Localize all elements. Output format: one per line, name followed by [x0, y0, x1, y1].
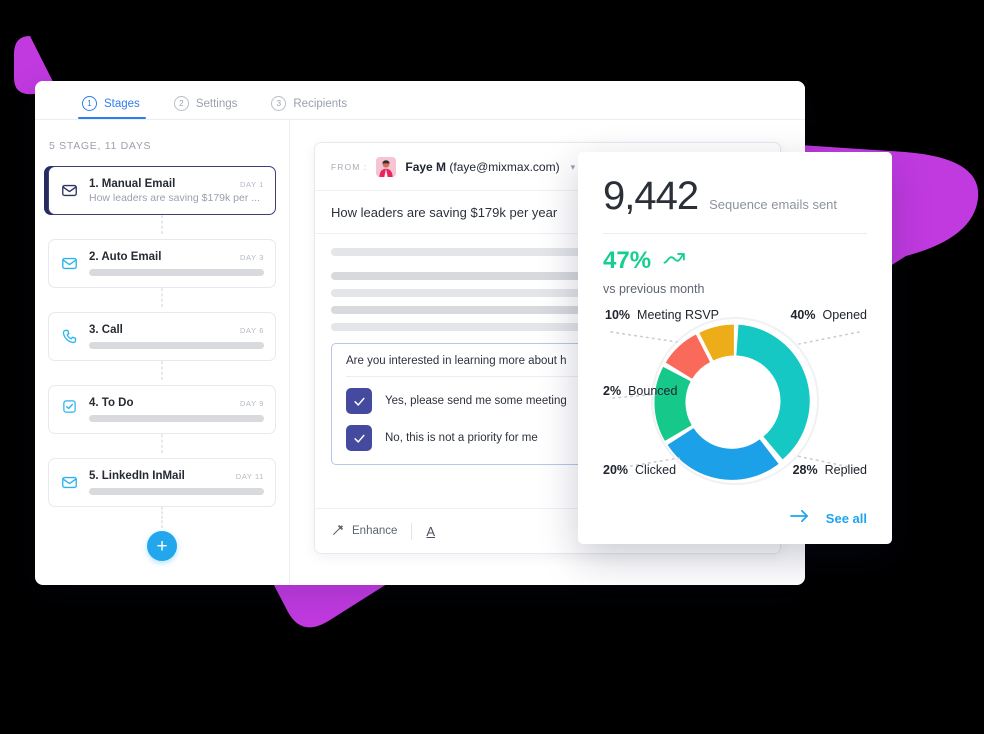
- enhance-label: Enhance: [352, 525, 398, 537]
- stage-day: DAY 11: [235, 472, 264, 481]
- screenshot-stage: 1 Stages 2 Settings 3 Recipients 5 STAGE…: [0, 0, 984, 734]
- tab-settings-label: Settings: [195, 97, 238, 110]
- donut-value: 2%: [603, 384, 622, 398]
- checkbox-checked-icon: [346, 388, 372, 414]
- stage-name: 3. Call: [89, 324, 123, 336]
- from-sender-name: Faye M: [405, 160, 447, 174]
- stats-card: 9,442 Sequence emails sent 47% vs previo…: [578, 152, 892, 544]
- envelope-icon: [49, 255, 89, 272]
- stage-name: 1. Manual Email: [89, 177, 176, 190]
- donut-value: 20%: [603, 463, 629, 477]
- donut-label-bounced: 2% Bounced: [603, 384, 677, 398]
- trend-up-icon: [663, 252, 685, 271]
- donut-category: Bounced: [628, 384, 678, 398]
- donut-category: Opened: [822, 308, 867, 322]
- arrow-right-icon: [789, 509, 809, 527]
- stage-list: 1. Manual Email DAY 1 How leaders are sa…: [35, 166, 289, 561]
- stage-day: DAY 1: [240, 179, 264, 189]
- poll-option-label: No, this is not a priority for me: [385, 432, 538, 444]
- emails-sent-count: 9,442: [603, 174, 699, 218]
- see-all-link[interactable]: See all: [789, 509, 867, 527]
- add-stage-button[interactable]: +: [147, 531, 177, 561]
- avatar: [376, 157, 397, 177]
- stage-day: DAY 9: [240, 399, 264, 408]
- stage-placeholder-bar: [89, 342, 264, 349]
- checkbox-checked-icon: [346, 425, 372, 451]
- stage-placeholder-bar: [89, 488, 264, 495]
- stage-name: 2. Auto Email: [89, 251, 162, 263]
- donut-label-opened: 40% Opened: [790, 308, 867, 322]
- change-percent: 47%: [603, 247, 652, 274]
- stage-subtitle: How leaders are saving $179k per ...: [89, 191, 261, 204]
- stage-item-to-do[interactable]: 4. To Do DAY 9: [48, 385, 276, 434]
- donut-label-replied: 28% Replied: [793, 463, 867, 477]
- stage-item-manual-email[interactable]: 1. Manual Email DAY 1 How leaders are sa…: [48, 166, 276, 215]
- phone-icon: [49, 328, 89, 345]
- see-all-label: See all: [825, 510, 867, 526]
- poll-option-label: Yes, please send me some meeting: [385, 395, 567, 407]
- donut-label-meeting-rsvp: 10% Meeting RSVP: [605, 308, 719, 322]
- engagement-donut-chart: 10% Meeting RSVP 40% Opened 2% Bounced 2…: [603, 306, 867, 496]
- from-sender-email: (faye@mixmax.com): [449, 160, 560, 174]
- donut-category: Clicked: [635, 463, 677, 477]
- donut-category: Replied: [824, 463, 867, 477]
- plus-icon: +: [156, 535, 168, 557]
- emails-sent-row: 9,442 Sequence emails sent: [603, 176, 867, 216]
- stats-divider: [603, 233, 867, 234]
- format-text-button[interactable]: A: [426, 524, 435, 539]
- from-sender: Faye M (faye@mixmax.com): [405, 160, 559, 174]
- emails-sent-label: Sequence emails sent: [709, 197, 838, 212]
- checkbox-icon: [49, 399, 89, 421]
- stage-name: 5. LinkedIn InMail: [89, 470, 185, 482]
- donut-value: 40%: [790, 308, 816, 322]
- stage-item-linkedin-inmail[interactable]: 5. LinkedIn InMail DAY 11: [48, 458, 276, 507]
- stage-name: 4. To Do: [89, 397, 134, 409]
- change-row: 47%: [603, 249, 867, 273]
- tab-recipients-label: Recipients: [293, 97, 348, 110]
- stage-day: DAY 6: [240, 326, 264, 335]
- stage-item-call[interactable]: 3. Call DAY 6: [48, 312, 276, 361]
- stage-item-auto-email[interactable]: 2. Auto Email DAY 3: [48, 239, 276, 288]
- tab-stages-label: Stages: [104, 97, 140, 110]
- tab-bar: 1 Stages 2 Settings 3 Recipients: [35, 81, 805, 120]
- stage-placeholder-bar: [89, 269, 264, 276]
- donut-value: 28%: [792, 463, 818, 477]
- enhance-button[interactable]: Enhance: [331, 523, 397, 540]
- change-caption: vs previous month: [603, 282, 705, 296]
- donut-category: Meeting RSVP: [637, 308, 720, 322]
- stage-day: DAY 3: [240, 253, 264, 262]
- sidebar-summary: 5 STAGE, 11 DAYS: [49, 140, 152, 152]
- toolbar-divider: [411, 522, 413, 540]
- donut-value: 10%: [605, 308, 631, 322]
- donut-label-clicked: 20% Clicked: [603, 463, 676, 477]
- tab-recipients-number: 3: [271, 96, 287, 111]
- tab-stages-number: 1: [82, 96, 97, 111]
- tab-stages[interactable]: 1 Stages: [78, 96, 146, 119]
- stages-sidebar: 5 STAGE, 11 DAYS 1. Manual Email DAY 1 H…: [35, 120, 290, 585]
- tab-recipients[interactable]: 3 Recipients: [271, 96, 347, 119]
- envelope-icon: [49, 182, 89, 199]
- tab-settings-number: 2: [173, 96, 189, 111]
- stage-placeholder-bar: [89, 415, 264, 422]
- chevron-down-icon[interactable]: ▾: [571, 162, 576, 173]
- envelope-icon: [49, 474, 89, 491]
- magic-wand-icon: [331, 523, 345, 540]
- from-label: FROM :: [331, 162, 368, 172]
- tab-settings[interactable]: 2 Settings: [173, 96, 238, 119]
